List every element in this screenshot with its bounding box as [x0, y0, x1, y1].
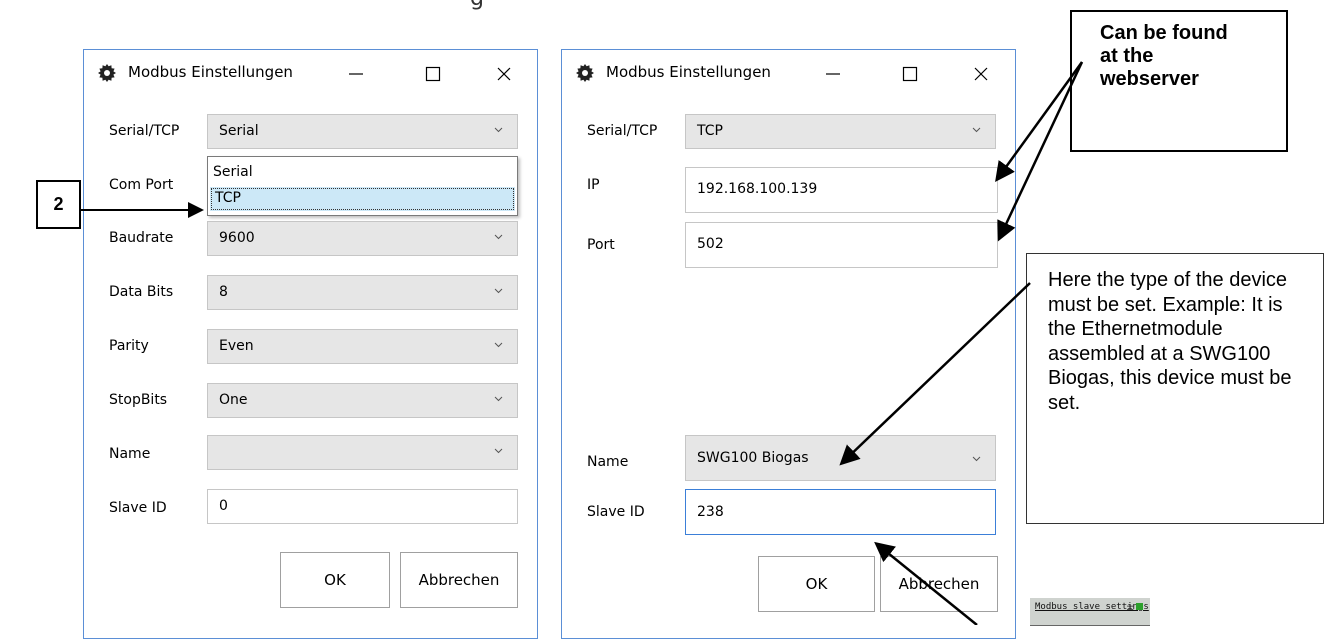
parity-value: Even	[219, 338, 254, 354]
maximize-button[interactable]	[890, 54, 930, 92]
slave-id-label: Slave ID	[587, 504, 645, 520]
dialog-title: Modbus Einstellungen	[128, 63, 293, 81]
slave-id-value: 238	[697, 504, 724, 520]
device-panel-thumbnail: Modbus slave settings ±	[1030, 598, 1150, 626]
ip-input[interactable]: 192.168.100.139	[685, 167, 998, 213]
title-bar[interactable]: Modbus Einstellungen	[84, 50, 537, 96]
baudrate-value: 9600	[219, 230, 255, 246]
data-bits-label: Data Bits	[109, 284, 174, 300]
serial-tcp-label: Serial/TCP	[109, 123, 180, 139]
device-type-callout-text: Here the type of the device must be set.…	[1048, 269, 1292, 414]
serial-tcp-label: Serial/TCP	[587, 123, 658, 139]
serial-tcp-select[interactable]: TCP	[685, 114, 996, 149]
serial-tcp-select[interactable]: Serial	[207, 114, 518, 149]
serial-tcp-value: Serial	[219, 123, 259, 139]
gear-icon	[576, 64, 594, 82]
dropdown-option-tcp[interactable]: TCP	[210, 187, 515, 211]
webserver-callout-line: Can be found	[1100, 22, 1228, 44]
chevron-down-icon	[494, 288, 503, 294]
maximize-button[interactable]	[413, 54, 453, 92]
chevron-down-icon	[494, 234, 503, 240]
minimize-icon	[349, 73, 363, 75]
ip-value: 192.168.100.139	[697, 181, 818, 197]
port-input[interactable]: 502	[685, 222, 998, 268]
webserver-callout: Can be found at the webserver	[1070, 10, 1288, 152]
minimize-button[interactable]	[336, 54, 376, 92]
minimize-icon	[826, 73, 840, 75]
serial-tcp-value: TCP	[697, 123, 723, 139]
minimize-button[interactable]	[813, 54, 853, 92]
data-bits-value: 8	[219, 284, 228, 300]
gear-icon	[98, 64, 116, 82]
title-bar[interactable]: Modbus Einstellungen	[562, 50, 1015, 96]
serial-tcp-dropdown-list: Serial TCP	[207, 156, 518, 216]
modbus-settings-dialog-tcp: Modbus Einstellungen Serial/TCP TCP IP 1…	[561, 49, 1016, 639]
dialog-title: Modbus Einstellungen	[606, 63, 771, 81]
cancel-button[interactable]: Abbrechen	[400, 552, 518, 608]
modbus-settings-dialog-serial: Modbus Einstellungen Serial/TCP Serial C…	[83, 49, 538, 639]
status-indicator-icon	[1136, 603, 1144, 610]
ok-button[interactable]: OK	[280, 552, 390, 608]
name-label: Name	[587, 454, 629, 470]
port-label: Port	[587, 237, 615, 253]
close-icon	[974, 67, 988, 81]
ok-button[interactable]: OK	[758, 556, 875, 612]
slave-id-value: 0	[219, 498, 228, 514]
name-label: Name	[109, 446, 151, 462]
close-button[interactable]	[484, 54, 524, 92]
stop-bits-label: StopBits	[109, 392, 168, 408]
top-caption: g	[470, 0, 970, 10]
maximize-icon	[425, 66, 441, 82]
chevron-down-icon	[972, 127, 981, 133]
chevron-down-icon	[494, 396, 503, 402]
name-select[interactable]	[207, 435, 518, 470]
chevron-down-icon	[494, 127, 503, 133]
name-select[interactable]: SWG100 Biogas	[685, 435, 996, 481]
baudrate-label: Baudrate	[109, 230, 174, 246]
chevron-down-icon	[972, 456, 981, 462]
slave-id-input[interactable]: 0	[207, 489, 518, 524]
slave-id-label: Slave ID	[109, 500, 167, 516]
name-value: SWG100 Biogas	[697, 450, 809, 466]
chevron-down-icon	[494, 448, 503, 454]
maximize-icon	[902, 66, 918, 82]
data-bits-select[interactable]: 8	[207, 275, 518, 310]
com-port-label: Com Port	[109, 177, 174, 193]
stop-bits-value: One	[219, 392, 248, 408]
port-value: 502	[697, 236, 724, 252]
parity-select[interactable]: Even	[207, 329, 518, 364]
close-button[interactable]	[961, 54, 1001, 92]
step-number-callout: 2	[36, 180, 81, 229]
cancel-button[interactable]: Abbrechen	[880, 556, 998, 612]
webserver-callout-line: webserver	[1100, 68, 1199, 90]
close-icon	[497, 67, 511, 81]
device-panel-icons: ±	[1126, 602, 1144, 613]
webserver-callout-line: at the	[1100, 45, 1154, 67]
chevron-down-icon	[494, 342, 503, 348]
stop-bits-select[interactable]: One	[207, 383, 518, 418]
parity-label: Parity	[109, 338, 149, 354]
slave-id-input[interactable]: 238	[685, 489, 996, 535]
baudrate-select[interactable]: 9600	[207, 221, 518, 256]
ip-label: IP	[587, 177, 600, 193]
device-type-callout: Here the type of the device must be set.…	[1026, 253, 1324, 524]
dropdown-option-serial[interactable]: Serial	[208, 161, 517, 185]
